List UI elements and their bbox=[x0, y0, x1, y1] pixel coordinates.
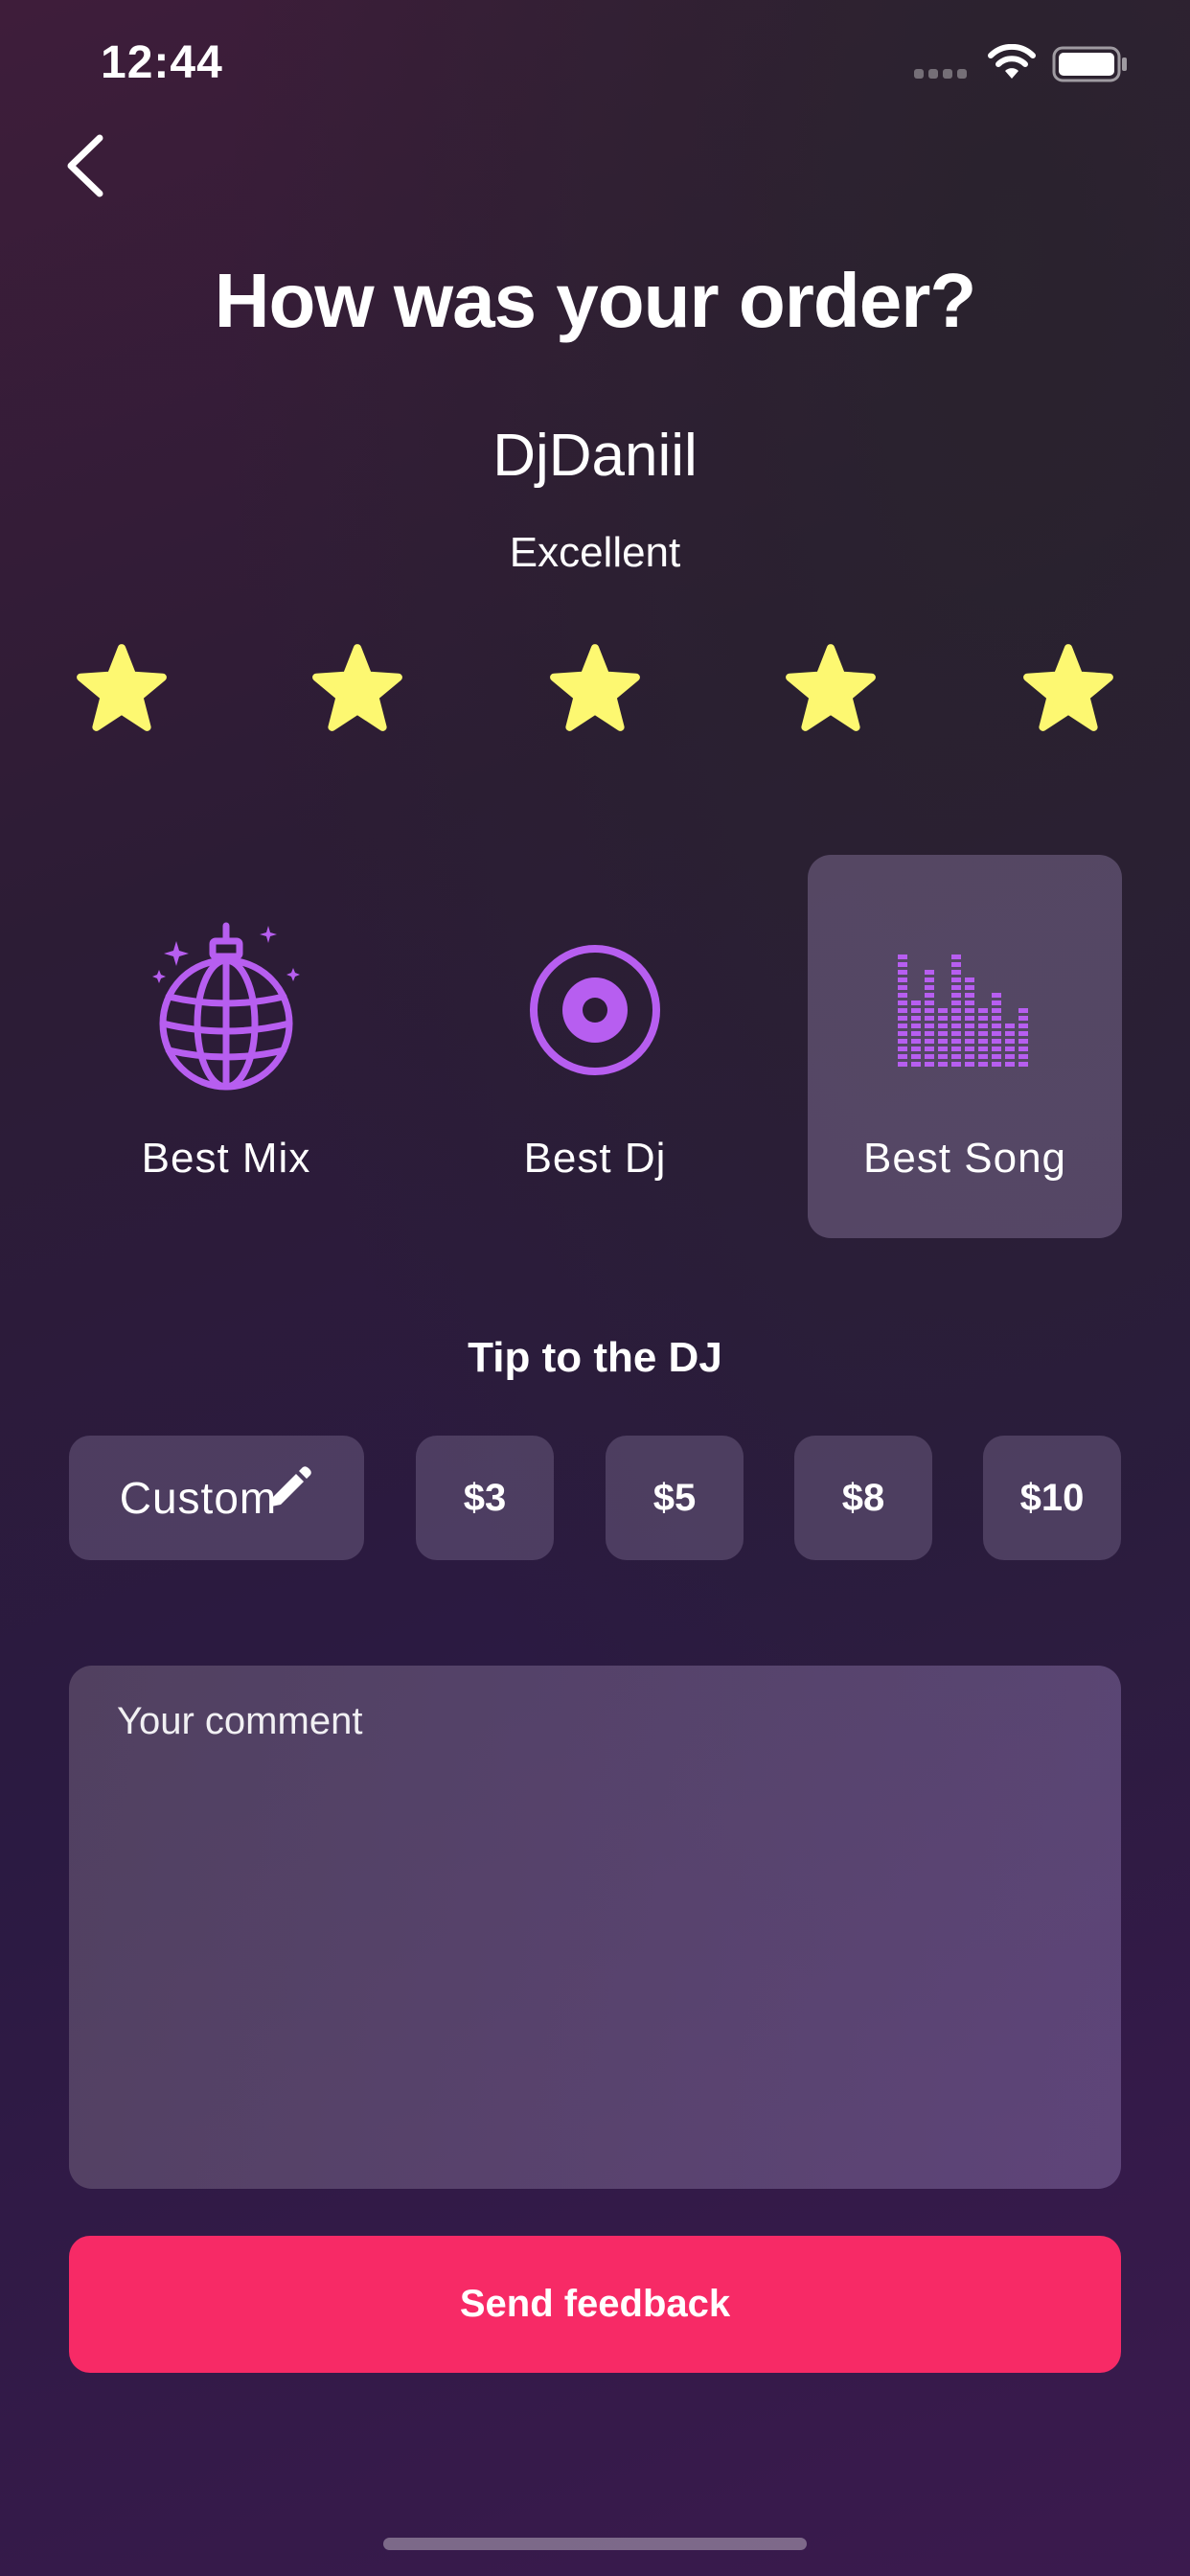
feedback-screen: 12:44 How was your order? DjDaniil Excel… bbox=[0, 0, 1190, 2576]
signal-icon bbox=[914, 67, 970, 85]
home-indicator[interactable] bbox=[383, 2538, 807, 2550]
tip-amount-5[interactable]: $5 bbox=[606, 1436, 744, 1560]
star-5[interactable] bbox=[1019, 640, 1117, 738]
disco-ball-icon bbox=[69, 922, 383, 1094]
star-icon bbox=[1023, 644, 1113, 731]
star-2[interactable] bbox=[309, 640, 406, 738]
back-button[interactable] bbox=[63, 125, 140, 211]
category-best-dj[interactable]: Best Dj bbox=[438, 855, 752, 1238]
comment-input[interactable]: Your comment bbox=[69, 1666, 1121, 2189]
star-icon bbox=[786, 644, 876, 731]
star-1[interactable] bbox=[73, 640, 171, 738]
send-feedback-button[interactable]: Send feedback bbox=[69, 2236, 1121, 2373]
chevron-left-icon bbox=[63, 134, 105, 202]
category-label: Best Dj bbox=[523, 1135, 667, 1182]
star-icon bbox=[550, 644, 640, 731]
page-title: How was your order? bbox=[214, 258, 976, 343]
star-icon bbox=[312, 644, 402, 731]
tip-amount-3[interactable]: $3 bbox=[416, 1436, 554, 1560]
category-best-mix[interactable]: Best Mix bbox=[69, 855, 383, 1238]
category-label: Best Mix bbox=[141, 1135, 311, 1182]
rating-label: Excellent bbox=[509, 529, 681, 576]
tip-custom-label: Custom bbox=[119, 1473, 278, 1523]
battery-icon bbox=[1052, 46, 1129, 87]
tip-title: Tip to the DJ bbox=[468, 1334, 722, 1381]
star-3[interactable] bbox=[546, 640, 644, 738]
pencil-icon bbox=[263, 1464, 313, 1525]
category-label: Best Song bbox=[862, 1135, 1067, 1182]
comment-placeholder: Your comment bbox=[117, 1700, 363, 1742]
category-best-song[interactable]: Best Song bbox=[808, 855, 1122, 1238]
star-4[interactable] bbox=[782, 640, 880, 738]
wifi-icon bbox=[987, 43, 1037, 87]
equalizer-icon bbox=[808, 954, 1122, 1070]
star-icon bbox=[77, 644, 167, 731]
dj-name: DjDaniil bbox=[492, 423, 698, 489]
vinyl-record-icon bbox=[438, 943, 752, 1077]
tip-amount-8[interactable]: $8 bbox=[794, 1436, 932, 1560]
tip-amount-10[interactable]: $10 bbox=[983, 1436, 1121, 1560]
status-time: 12:44 bbox=[101, 37, 223, 88]
tip-custom-button[interactable]: Custom bbox=[69, 1436, 364, 1560]
